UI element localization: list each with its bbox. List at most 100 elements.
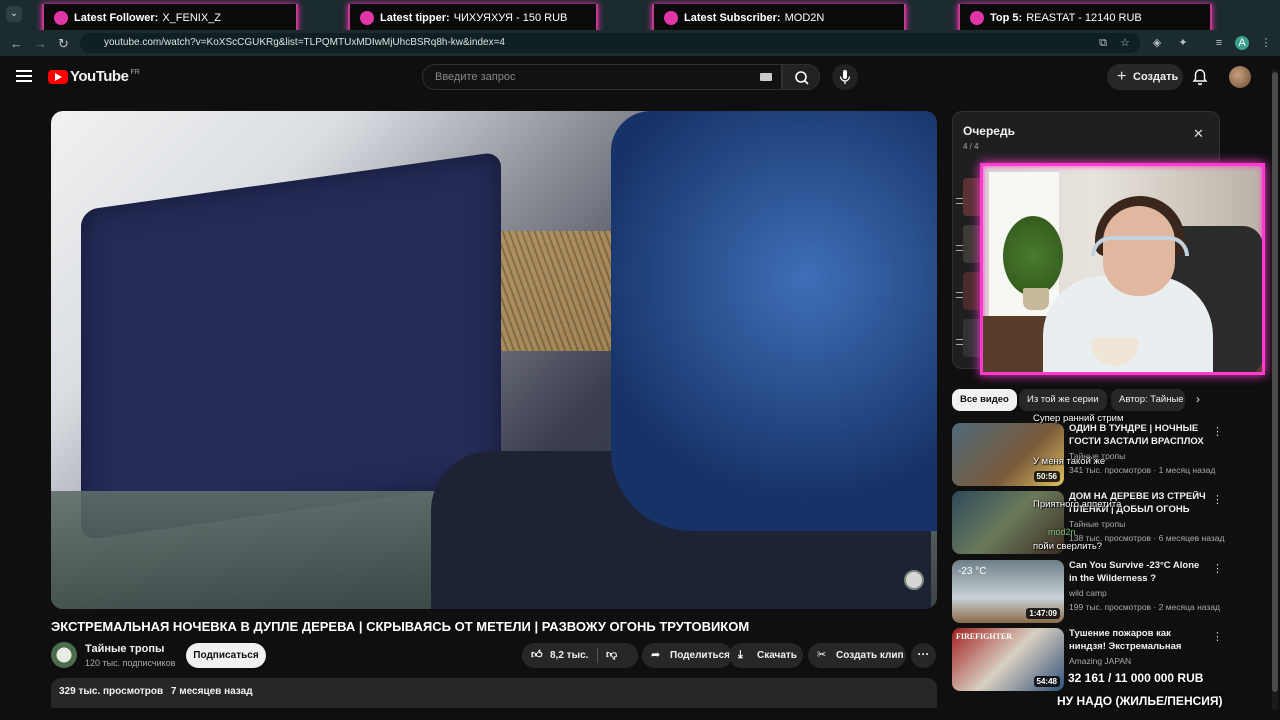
overlay-value: X_FENIX_Z	[162, 12, 222, 24]
install-icon[interactable]: ⧉	[1096, 36, 1110, 50]
search-button[interactable]	[782, 64, 820, 90]
share-button[interactable]: ➦ Поделиться	[642, 643, 732, 668]
channel-avatar[interactable]	[51, 642, 77, 668]
browser-toolbar: ← → ↻ youtube.com/watch?v=KoXScCGUKRg&li…	[0, 30, 1280, 56]
upload-age: 7 месяцев назад	[170, 686, 253, 697]
more-vert-icon[interactable]: ⋮	[1212, 425, 1223, 438]
recommendation-thumbnail[interactable]: 50:56	[952, 423, 1064, 486]
hamburger-menu-icon[interactable]	[16, 70, 32, 82]
channel-name[interactable]: Тайные тропы	[85, 643, 164, 655]
subscribe-button[interactable]: Подписаться	[186, 643, 266, 668]
overlay-value: ЧИХУЯХУЯ - 150 RUB	[453, 12, 568, 24]
webcam-pot	[1023, 288, 1049, 310]
video-duration: 50:56	[1033, 471, 1060, 482]
more-actions-button[interactable]: ···	[911, 643, 936, 668]
youtube-header: YouTube FR Введите запрос Создать	[0, 56, 1280, 100]
view-count: 329 тыс. просмотров	[59, 686, 164, 697]
profile-avatar[interactable]: A	[1235, 36, 1249, 50]
chat-message: пойи сверлить?	[1033, 541, 1103, 552]
overlay-value: MOD2N	[784, 12, 825, 24]
queue-title: Очередь	[963, 124, 1015, 138]
channel-watermark-icon[interactable]	[904, 570, 924, 590]
share-label: Поделиться	[670, 650, 731, 661]
create-button[interactable]: Создать	[1107, 64, 1183, 90]
like-divider	[597, 648, 598, 663]
video-duration: 1:47:09	[1026, 608, 1060, 619]
chip-author[interactable]: Автор: Тайные тропы	[1111, 389, 1185, 411]
microphone-icon	[839, 70, 851, 84]
thumbnail-text: -23 °C	[958, 566, 987, 577]
chat-message: Приятного аппетита	[1033, 499, 1122, 510]
thumbnail-text: FIREFIGHTER	[956, 632, 1013, 641]
page-scrollbar[interactable]	[1272, 70, 1278, 710]
more-vert-icon[interactable]: ⋮	[1212, 562, 1223, 575]
queue-count: 4 / 4	[963, 142, 979, 151]
thumbs-down-icon[interactable]: 👎︎	[606, 648, 620, 662]
voice-search-button[interactable]	[832, 64, 858, 90]
forward-icon[interactable]: →	[34, 36, 47, 51]
download-icon: ⤓	[738, 649, 743, 661]
clip-label: Создать клип	[836, 650, 904, 661]
more-vert-icon[interactable]: ⋮	[1212, 493, 1223, 506]
clip-button[interactable]: ✂ Создать клип	[808, 643, 906, 668]
download-label: Скачать	[757, 650, 797, 661]
recommendation-item[interactable]: -23 °C 1:47:09 Can You Survive -23°C Alo…	[952, 560, 1223, 624]
thumbs-up-icon: 👍︎	[531, 649, 543, 661]
download-button[interactable]: ⤓ Скачать	[729, 643, 803, 668]
keyboard-icon[interactable]	[760, 73, 772, 81]
notifications-bell-icon[interactable]	[1192, 68, 1208, 86]
like-button[interactable]: 👍︎ 8,2 тыс. 👎︎	[522, 643, 638, 668]
recommendation-channel[interactable]: Amazing JAPAN	[1069, 656, 1131, 666]
share-icon: ➦	[651, 649, 661, 661]
address-bar[interactable]: youtube.com/watch?v=KoXScCGUKRg&list=TLP…	[80, 33, 1140, 53]
video-frame-person-jacket	[611, 111, 937, 531]
reload-icon[interactable]: ↻	[58, 36, 69, 52]
search-input[interactable]: Введите запрос	[422, 64, 782, 90]
browser-menu-icon[interactable]: ⋮	[1259, 36, 1273, 50]
donation-goal-name: НУ НАДО (ЖИЛЬЕ/ПЕНСИЯ)	[1057, 694, 1223, 708]
bookmark-star-icon[interactable]: ☆	[1118, 36, 1132, 50]
account-avatar[interactable]	[1229, 66, 1251, 88]
recommendation-item[interactable]: 50:56 ОДИН В ТУНДРЕ | НОЧНЫЕ ГОСТИ ЗАСТА…	[952, 423, 1223, 487]
diamond-icon	[970, 11, 984, 25]
logo-text: YouTube	[70, 68, 129, 85]
recommendation-channel[interactable]: wild camp	[1069, 588, 1107, 598]
chevron-right-icon[interactable]: ›	[1196, 392, 1200, 406]
youtube-logo[interactable]: YouTube FR	[48, 68, 140, 85]
recommendation-channel[interactable]: Тайные тропы	[1069, 519, 1125, 529]
like-count: 8,2 тыс.	[550, 650, 589, 661]
recommendation-title[interactable]: Тушение пожаров как ниндзя! Экстремальна…	[1069, 628, 1209, 653]
scissors-icon: ✂	[817, 649, 827, 661]
chat-username: mod2n	[1048, 527, 1076, 537]
star-icon	[664, 11, 678, 25]
shield-icon[interactable]: ◈	[1150, 36, 1164, 50]
close-icon[interactable]: ✕	[1193, 126, 1204, 142]
chip-same-series[interactable]: Из той же серии	[1019, 389, 1107, 411]
recommendation-thumbnail[interactable]: -23 °C 1:47:09	[952, 560, 1064, 623]
video-duration: 54:48	[1033, 676, 1060, 687]
youtube-play-icon	[48, 69, 68, 84]
recommendation-title[interactable]: Can You Survive -23°C Alone in the Wilde…	[1069, 560, 1209, 585]
description-box[interactable]: 329 тыс. просмотров 7 месяцев назад	[51, 678, 937, 708]
overlay-label: Latest Follower:	[74, 12, 159, 24]
logo-region: FR	[130, 69, 140, 76]
recommendation-title[interactable]: ОДИН В ТУНДРЕ | НОЧНЫЕ ГОСТИ ЗАСТАЛИ ВРА…	[1069, 423, 1209, 448]
video-player[interactable]	[51, 111, 937, 609]
url-text: youtube.com/watch?v=KoXScCGUKRg&list=TLP…	[104, 37, 505, 48]
recommendation-thumbnail[interactable]: FIREFIGHTER 54:48	[952, 628, 1064, 691]
more-vert-icon[interactable]: ⋮	[1212, 630, 1223, 643]
reading-list-icon[interactable]: ≡	[1212, 36, 1226, 50]
tab-list-button[interactable]: ⌄	[6, 6, 22, 22]
overlay-label: Latest tipper:	[380, 12, 450, 24]
channel-subscriber-count: 120 тыс. подписчиков	[85, 658, 176, 668]
search-icon	[795, 71, 809, 85]
back-icon[interactable]: ←	[10, 36, 23, 51]
recommendation-meta: 199 тыс. просмотров · 2 месяца назад	[1069, 602, 1221, 612]
chip-all[interactable]: Все видео	[952, 389, 1017, 411]
extensions-icon[interactable]: ✦	[1176, 36, 1190, 50]
chat-message: Супер ранний стрим	[1033, 413, 1124, 424]
streamer-webcam-overlay	[980, 163, 1265, 375]
scrollbar-thumb[interactable]	[1272, 72, 1278, 692]
overlay-value: REASTAT - 12140 RUB	[1026, 12, 1142, 24]
user-icon	[54, 11, 68, 25]
